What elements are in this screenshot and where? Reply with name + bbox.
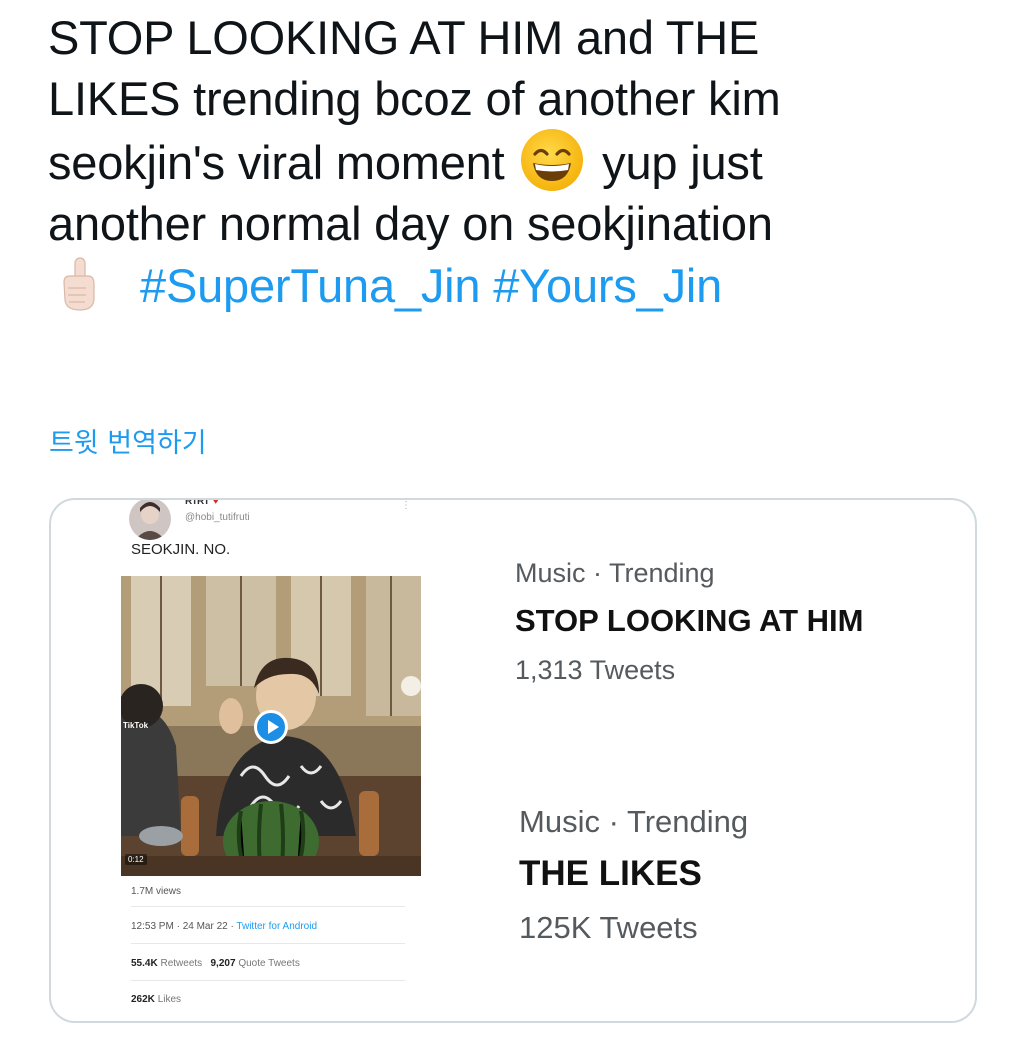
embedded-display-name: RIRI ♥ xyxy=(185,498,220,507)
tweet-line-part: seokjin's viral moment xyxy=(48,136,505,189)
tweet-line: LIKES trending bcoz of another kim xyxy=(48,71,781,125)
video-duration: 0:12 xyxy=(125,854,147,865)
trend-category: Music · Trending xyxy=(519,804,749,839)
embedded-video-thumbnail: TikTok 0:12 xyxy=(121,576,421,876)
tiktok-watermark: TikTok xyxy=(123,721,148,730)
quotes-label: Quote Tweets xyxy=(238,958,300,969)
trend-title: STOP LOOKING AT HIM xyxy=(515,603,864,638)
divider xyxy=(131,980,405,981)
retweets-label: Retweets xyxy=(160,958,203,969)
hashtag-link[interactable]: #SuperTuna_Jin xyxy=(140,259,481,312)
backhand-index-pointing-up-icon xyxy=(48,254,108,314)
trend-category: Music · Trending xyxy=(515,558,715,588)
trend-count: 125K Tweets xyxy=(519,910,698,945)
trend-count: 1,313 Tweets xyxy=(515,655,676,685)
more-icon: ⋮ xyxy=(401,500,411,511)
tweet-line-part: yup just xyxy=(602,136,763,189)
likes-count: 262K xyxy=(131,994,155,1005)
embedded-tweet-screenshot: RIRI ♥ @hobi_tutifruti ⋮ SEOKJIN. NO. Ti… xyxy=(115,500,465,1021)
divider xyxy=(131,906,405,907)
tweet-line: seokjin's viral moment yup just xyxy=(48,129,988,194)
embedded-views: 1.7M views xyxy=(131,886,182,897)
embedded-timestamp: 12:53 PM · 24 Mar 22 · Twitter for Andro… xyxy=(131,921,317,932)
divider xyxy=(131,943,405,944)
embedded-handle: @hobi_tutifruti xyxy=(185,512,250,523)
tweet-line: #SuperTuna_Jin #Yours_Jin xyxy=(48,254,988,317)
embedded-app: Twitter for Android xyxy=(236,921,318,932)
retweets-count: 55.4K xyxy=(131,958,158,969)
trend-title: THE LIKES xyxy=(519,854,702,893)
tweet-media-image[interactable]: RIRI ♥ @hobi_tutifruti ⋮ SEOKJIN. NO. Ti… xyxy=(49,498,977,1023)
tweet-line: another normal day on seokjination xyxy=(48,196,773,250)
embedded-name-text: RIRI xyxy=(185,498,209,507)
grinning-face-with-smiling-eyes-icon xyxy=(521,129,584,191)
hashtag-link[interactable]: #Yours_Jin xyxy=(493,259,722,312)
embedded-retweet-stats: 55.4K Retweets 9,207 Quote Tweets xyxy=(131,958,300,969)
likes-label: Likes xyxy=(157,994,182,1005)
avatar xyxy=(129,500,171,540)
quotes-count: 9,207 xyxy=(210,958,236,969)
embedded-time: 12:53 PM · 24 Mar 22 · xyxy=(131,921,237,932)
tweet-line: STOP LOOKING AT HIM and THE xyxy=(48,11,760,64)
tweet-text: STOP LOOKING AT HIM and THE LIKES trendi… xyxy=(48,8,988,317)
tiktok-label: TikTok xyxy=(123,721,149,730)
translate-tweet-link[interactable]: 트윗 번역하기 xyxy=(49,421,207,460)
trend-item: Music · Trending THE LIKES 125K Tweets xyxy=(519,804,748,946)
embedded-likes-stats: 262K Likes xyxy=(131,994,181,1005)
play-icon xyxy=(254,710,288,744)
trend-item: Music · Trending STOP LOOKING AT HIM 1,3… xyxy=(515,558,863,686)
heart-icon: ♥ xyxy=(212,498,220,507)
embedded-caption: SEOKJIN. NO. xyxy=(131,541,231,558)
